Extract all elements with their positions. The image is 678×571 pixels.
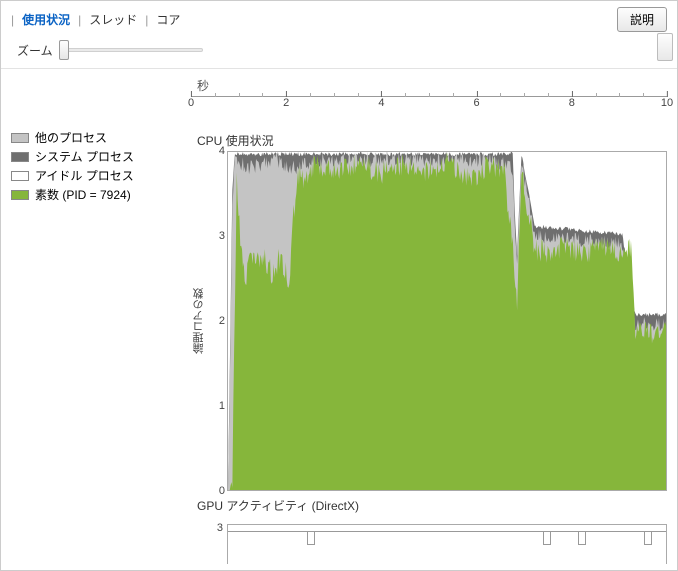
x-tick: 4	[378, 97, 384, 109]
y-axis-label: 論理コアの数	[191, 151, 207, 491]
tab-separator: |	[145, 13, 148, 27]
legend-item-idle: アイドル プロセス	[11, 167, 191, 184]
legend-label: アイドル プロセス	[35, 167, 134, 184]
tab-threads[interactable]: スレッド	[87, 11, 139, 28]
y-tick: 1	[219, 400, 225, 412]
legend-label: 他のプロセス	[35, 129, 107, 146]
y-tick: 0	[219, 485, 225, 497]
tab-separator: |	[11, 13, 14, 27]
x-axis-label: 秒	[197, 77, 667, 94]
tab-usage[interactable]: 使用状況	[20, 11, 72, 28]
legend-item-app: 素数 (PID = 7924)	[11, 186, 191, 203]
legend-label: システム プロセス	[35, 148, 134, 165]
y-axis-ticks: 01234	[207, 151, 227, 491]
y-tick: 3	[217, 522, 223, 534]
legend-swatch	[11, 171, 29, 181]
x-tick: 0	[188, 97, 194, 109]
y-tick: 2	[219, 315, 225, 327]
x-axis: 0246810	[191, 96, 667, 114]
chart-title-cpu: CPU 使用状況	[197, 132, 667, 149]
x-tick: 8	[569, 97, 575, 109]
cpu-usage-chart	[227, 151, 667, 491]
legend-swatch	[11, 133, 29, 143]
chart-title-gpu: GPU アクティビティ (DirectX)	[197, 497, 667, 514]
tab-separator: |	[78, 13, 81, 27]
legend-item-system: システム プロセス	[11, 148, 191, 165]
scrollbar-vertical[interactable]	[657, 33, 673, 61]
gpu-activity-chart	[227, 524, 667, 564]
x-tick: 6	[474, 97, 480, 109]
zoom-slider[interactable]	[63, 40, 203, 60]
zoom-slider-thumb[interactable]	[59, 40, 69, 60]
view-tabs: | 使用状況 | スレッド | コア	[11, 11, 617, 28]
legend: 他のプロセス システム プロセス アイドル プロセス 素数 (PID = 792…	[11, 77, 191, 568]
legend-label: 素数 (PID = 7924)	[35, 186, 131, 203]
tab-cores[interactable]: コア	[154, 11, 182, 28]
legend-item-other: 他のプロセス	[11, 129, 191, 146]
zoom-label: ズーム	[17, 42, 53, 59]
legend-swatch	[11, 152, 29, 162]
y-tick: 3	[219, 230, 225, 242]
y-axis-ticks-gpu: 3	[191, 524, 227, 564]
legend-swatch	[11, 190, 29, 200]
y-tick: 4	[219, 145, 225, 157]
help-button[interactable]: 説明	[617, 7, 667, 32]
x-tick: 2	[283, 97, 289, 109]
x-tick: 10	[661, 97, 673, 109]
